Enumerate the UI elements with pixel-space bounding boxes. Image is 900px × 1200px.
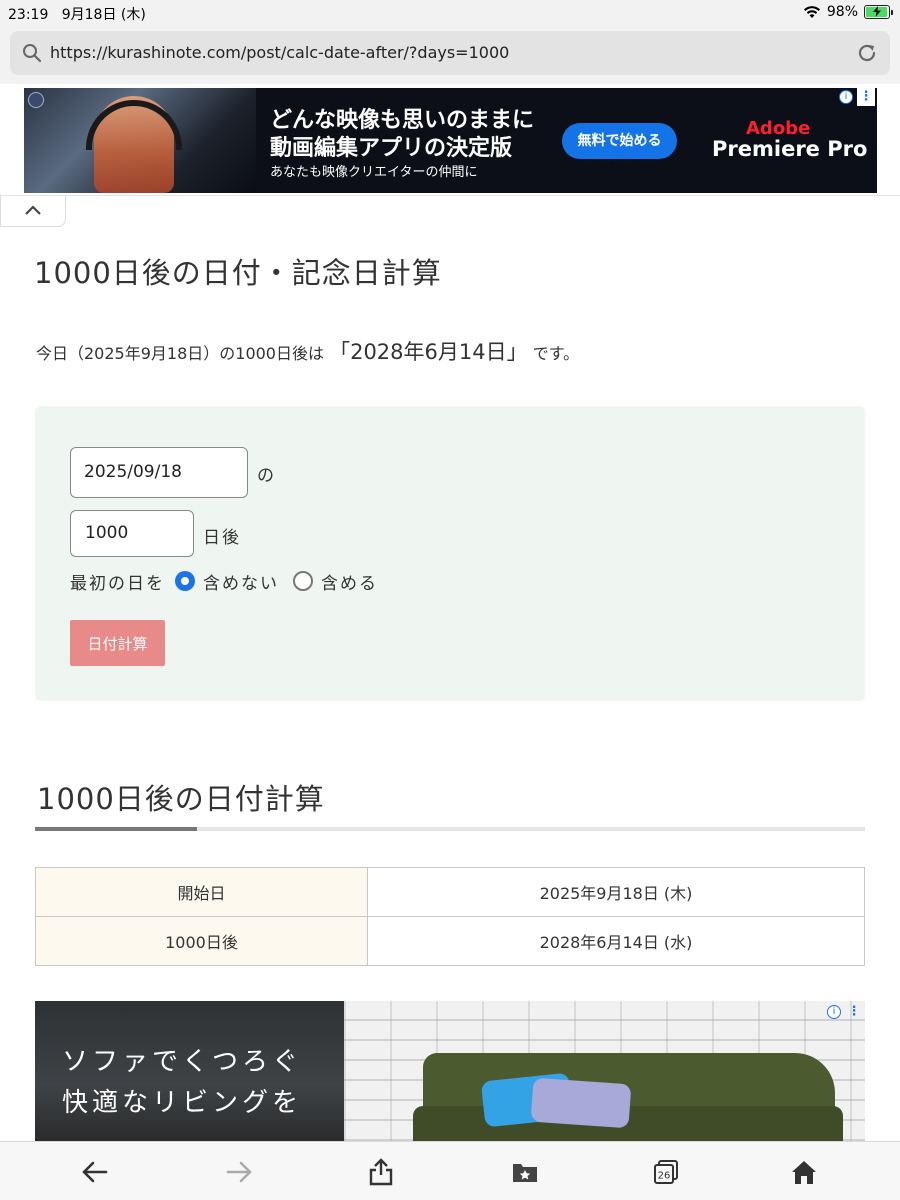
- forward-button[interactable]: [223, 1156, 255, 1188]
- ad-menu-icon[interactable]: ⋮: [857, 88, 875, 106]
- ad-subtext: あなたも映像クリエイターの仲間に: [270, 165, 478, 180]
- status-time-date: 23:19 9月18日 (木): [8, 4, 146, 24]
- tab-count: 26: [658, 1171, 671, 1182]
- chevron-up-icon: [25, 205, 41, 215]
- result-summary: 今日（2025年9月18日）の1000日後は 「2028年6月14日」 です。: [36, 336, 579, 366]
- back-arrow-icon: [82, 1161, 108, 1183]
- table-row: 1000日後 2028年6月14日 (水): [35, 916, 865, 966]
- browser-url-area: https://kurashinote.com/post/calc-date-a…: [0, 26, 900, 84]
- back-button[interactable]: [79, 1156, 111, 1188]
- option-exclude-label[interactable]: 含めない: [203, 569, 279, 594]
- page-title: 1000日後の日付・記念日計算: [34, 256, 442, 290]
- status-bar: 23:19 9月18日 (木) 98%: [0, 0, 900, 26]
- date-calculator-form: 2025/09/18 の 1000 日後 最初の日を 含めない 含める 日付計算: [35, 406, 865, 701]
- top-advertisement[interactable]: どんな映像も思いのままに 動画編集アプリの決定版 あなたも映像クリエイターの仲間…: [24, 88, 877, 193]
- summary-prefix: 今日（2025年9月18日）の1000日後は: [36, 344, 324, 363]
- result-table: 開始日 2025年9月18日 (木) 1000日後 2028年6月14日 (水): [35, 867, 865, 966]
- bookmarks-button[interactable]: [509, 1156, 541, 1188]
- search-icon: [23, 44, 42, 63]
- bottom-advertisement[interactable]: ソファでくつろぐ 快適なリビングを i ⋮: [35, 1001, 865, 1141]
- ad-dark-panel: ソファでくつろぐ 快適なリビングを: [35, 1001, 344, 1141]
- ad-info-icon[interactable]: i: [839, 90, 853, 104]
- calculate-button[interactable]: 日付計算: [70, 620, 165, 666]
- section-underline-accent: [35, 827, 197, 831]
- summary-result-date: 「2028年6月14日」: [329, 340, 528, 364]
- home-icon: [792, 1161, 816, 1184]
- days-input[interactable]: 1000: [70, 510, 194, 557]
- wifi-icon: [803, 6, 820, 18]
- option-include-label[interactable]: 含める: [321, 569, 378, 594]
- table-cell-value: 2025年9月18日 (木): [367, 867, 865, 917]
- ad-product-name: Premiere Pro: [712, 137, 868, 161]
- first-day-option-row: 最初の日を 含めない 含める: [70, 569, 378, 594]
- bookmarks-icon: [513, 1164, 537, 1182]
- browser-toolbar: 26: [0, 1141, 900, 1200]
- ad-menu-icon[interactable]: ⋮: [847, 1003, 861, 1021]
- table-cell-value: 2028年6月14日 (水): [367, 916, 865, 966]
- radio-exclude-first-day[interactable]: [175, 571, 195, 591]
- status-date: 9月18日 (木): [61, 7, 146, 23]
- ad-cta-button[interactable]: 無料で始める: [562, 123, 677, 159]
- table-cell-label: 開始日: [35, 867, 368, 917]
- reload-icon[interactable]: [856, 42, 878, 64]
- ad-brand-name: Adobe: [746, 118, 811, 139]
- ad-headline-2: 快適なリビングを: [62, 1088, 303, 1118]
- days-suffix: 日後: [203, 528, 241, 548]
- start-date-suffix: の: [257, 466, 274, 486]
- start-date-input[interactable]: 2025/09/18: [70, 447, 248, 498]
- status-time: 23:19: [8, 7, 49, 23]
- battery-icon: [864, 5, 893, 19]
- first-day-label: 最初の日を: [70, 573, 165, 594]
- tabs-icon: 26: [654, 1160, 678, 1184]
- battery-percent: 98%: [826, 4, 858, 20]
- ad-editor-photo: [24, 88, 256, 193]
- table-cell-label: 1000日後: [35, 916, 368, 966]
- ad-info-icon[interactable]: i: [827, 1005, 841, 1019]
- radio-include-first-day[interactable]: [293, 571, 313, 591]
- ad-headline-1: ソファでくつろぐ: [62, 1047, 303, 1077]
- section-title: 1000日後の日付計算: [37, 782, 325, 816]
- ad-headset-shape: [86, 100, 182, 150]
- summary-suffix: です。: [532, 344, 580, 363]
- home-button[interactable]: [788, 1156, 820, 1188]
- share-button[interactable]: [365, 1156, 397, 1188]
- ad-divider: [0, 195, 900, 196]
- ad-cushion-lavender: [530, 1077, 632, 1129]
- ad-headline-2: 動画編集アプリの決定版: [270, 136, 513, 161]
- ad-collapse-button[interactable]: [0, 196, 66, 227]
- status-indicators: 98%: [803, 3, 893, 21]
- forward-arrow-icon: [226, 1161, 252, 1183]
- table-row: 開始日 2025年9月18日 (木): [35, 867, 865, 917]
- url-bar[interactable]: https://kurashinote.com/post/calc-date-a…: [10, 31, 890, 75]
- url-text[interactable]: https://kurashinote.com/post/calc-date-a…: [50, 43, 509, 62]
- shield-icon: [28, 92, 44, 108]
- share-icon: [369, 1158, 393, 1186]
- tabs-button[interactable]: 26: [650, 1156, 682, 1188]
- charging-bolt-icon: [873, 6, 881, 17]
